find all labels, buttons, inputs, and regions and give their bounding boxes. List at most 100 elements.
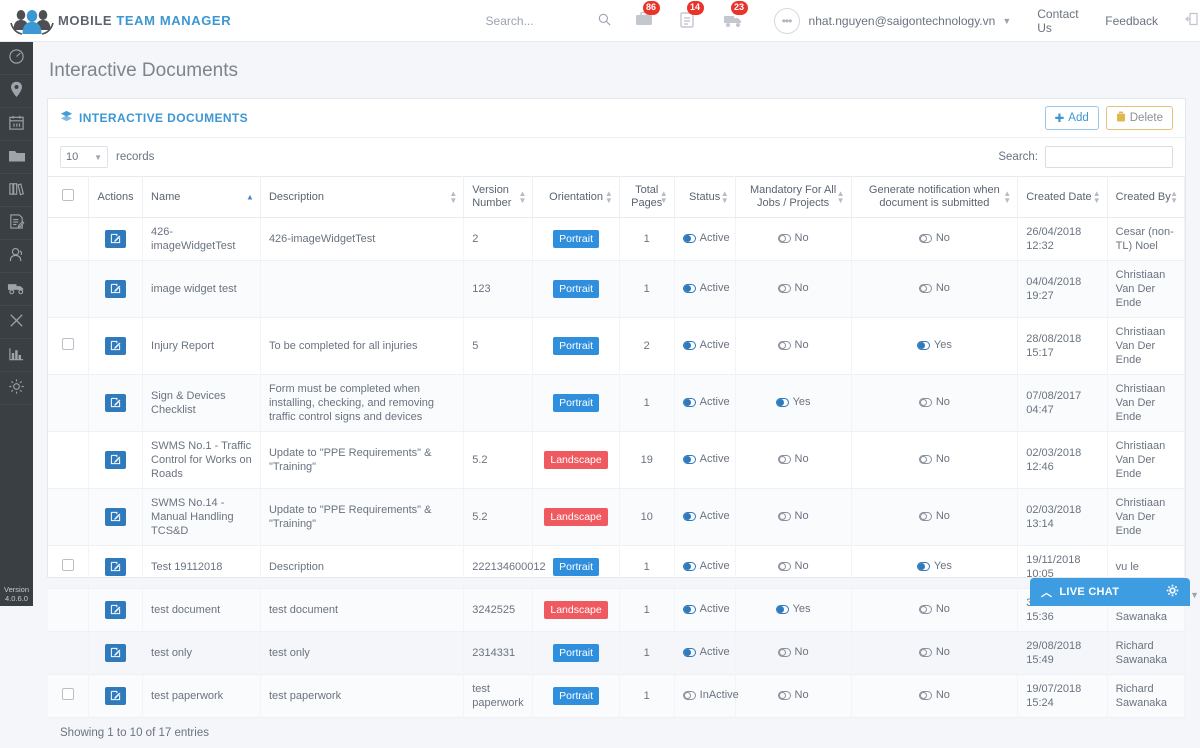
feedback-link[interactable]: Feedback bbox=[1105, 14, 1158, 28]
column-generate-notification[interactable]: Generate notification when document is s… bbox=[851, 177, 1018, 218]
search-icon[interactable] bbox=[598, 13, 611, 29]
edit-icon[interactable] bbox=[105, 687, 126, 705]
row-select-cell[interactable] bbox=[48, 375, 89, 432]
table-row[interactable]: test paperworktest paperworktest paperwo… bbox=[48, 675, 1185, 718]
edit-icon[interactable] bbox=[105, 337, 126, 355]
sidebar-item-calendar[interactable] bbox=[0, 108, 33, 141]
table-row[interactable]: test documenttest document3242525Landsca… bbox=[48, 589, 1185, 632]
row-total-pages-cell: 1 bbox=[619, 218, 674, 261]
row-select-cell[interactable] bbox=[48, 675, 89, 718]
row-version-cell: 5 bbox=[464, 318, 533, 375]
column-created-by[interactable]: Created By ▲▼ bbox=[1107, 177, 1184, 218]
edit-icon[interactable] bbox=[105, 508, 126, 526]
clipboard-icon[interactable]: 14 bbox=[678, 10, 700, 32]
row-actions-cell[interactable] bbox=[89, 375, 143, 432]
column-description[interactable]: Description ▲▼ bbox=[260, 177, 463, 218]
edit-icon[interactable] bbox=[105, 230, 126, 248]
orientation-badge: Portrait bbox=[553, 337, 599, 355]
orientation-badge: Portrait bbox=[553, 394, 599, 412]
row-actions-cell[interactable] bbox=[89, 632, 143, 675]
table-row[interactable]: image widget test123Portrait1ActiveNoNo0… bbox=[48, 261, 1185, 318]
table-row[interactable]: 426-imageWidgetTest426-imageWidgetTest2P… bbox=[48, 218, 1185, 261]
row-actions-cell[interactable] bbox=[89, 318, 143, 375]
delete-button[interactable]: Delete bbox=[1106, 106, 1173, 130]
chevron-up-icon[interactable]: ︿ bbox=[1041, 584, 1052, 600]
chevron-down-icon[interactable]: ▼ bbox=[1002, 16, 1011, 26]
briefcase-icon[interactable]: 86 bbox=[634, 10, 656, 32]
row-select-cell[interactable] bbox=[48, 589, 89, 632]
column-name[interactable]: Name ▲ bbox=[143, 177, 261, 218]
truck-icon[interactable]: 23 bbox=[722, 10, 744, 32]
edit-icon[interactable] bbox=[105, 558, 126, 576]
live-chat-widget[interactable]: ︿ LIVE CHAT bbox=[1030, 578, 1190, 606]
edit-icon[interactable] bbox=[105, 451, 126, 469]
sidebar-item-files[interactable] bbox=[0, 141, 33, 174]
column-total-pages[interactable]: Total Pages ▲▼ bbox=[619, 177, 674, 218]
column-mandatory[interactable]: Mandatory For All Jobs / Projects ▲▼ bbox=[735, 177, 851, 218]
table-row[interactable]: Test 19112018Description222134600012Port… bbox=[48, 546, 1185, 589]
add-button[interactable]: ✚ Add bbox=[1045, 106, 1099, 130]
table-row[interactable]: SWMS No.14 - Manual Handling TCS&DUpdate… bbox=[48, 489, 1185, 546]
search-input[interactable] bbox=[1045, 146, 1173, 168]
row-select-cell[interactable] bbox=[48, 632, 89, 675]
scroll-down-arrow-icon[interactable]: ▼ bbox=[1190, 590, 1199, 600]
column-created-date[interactable]: Created Date ▲▼ bbox=[1018, 177, 1107, 218]
table-row[interactable]: SWMS No.1 - Traffic Control for Works on… bbox=[48, 432, 1185, 489]
row-select-cell[interactable] bbox=[48, 546, 89, 589]
row-actions-cell[interactable] bbox=[89, 489, 143, 546]
sidebar-item-locations[interactable] bbox=[0, 75, 33, 108]
row-actions-cell[interactable] bbox=[89, 218, 143, 261]
row-description-cell: test paperwork bbox=[260, 675, 463, 718]
toggle-icon bbox=[919, 234, 932, 243]
sidebar-item-tools[interactable] bbox=[0, 306, 33, 339]
sidebar-item-fleet[interactable] bbox=[0, 273, 33, 306]
row-actions-cell[interactable] bbox=[89, 261, 143, 318]
row-select-cell[interactable] bbox=[48, 432, 89, 489]
row-checkbox[interactable] bbox=[62, 338, 74, 350]
table-row[interactable]: Injury ReportTo be completed for all inj… bbox=[48, 318, 1185, 375]
table-row[interactable]: Sign & Devices ChecklistForm must be com… bbox=[48, 375, 1185, 432]
row-actions-cell[interactable] bbox=[89, 432, 143, 489]
column-version-number[interactable]: Version Number ▲▼ bbox=[464, 177, 533, 218]
edit-icon[interactable] bbox=[105, 644, 126, 662]
toggle-wrap: No bbox=[778, 645, 809, 659]
row-actions-cell[interactable] bbox=[89, 546, 143, 589]
row-total-pages-cell: 1 bbox=[619, 589, 674, 632]
records-select[interactable]: 10 ▼ bbox=[60, 146, 108, 168]
sidebar-item-documents[interactable] bbox=[0, 207, 33, 240]
row-select-cell[interactable] bbox=[48, 218, 89, 261]
sidebar-item-dashboard[interactable] bbox=[0, 42, 33, 75]
contact-us-link[interactable]: Contact Us bbox=[1037, 7, 1079, 35]
toggle-icon bbox=[776, 605, 789, 614]
sidebar-item-library[interactable] bbox=[0, 174, 33, 207]
row-actions-cell[interactable] bbox=[89, 589, 143, 632]
row-status-cell-label: Active bbox=[700, 645, 730, 659]
row-actions-cell[interactable] bbox=[89, 675, 143, 718]
edit-icon[interactable] bbox=[105, 601, 126, 619]
sidebar-item-reports[interactable] bbox=[0, 339, 33, 372]
column-status[interactable]: Status ▲▼ bbox=[674, 177, 735, 218]
edit-icon[interactable] bbox=[105, 394, 126, 412]
row-checkbox[interactable] bbox=[62, 688, 74, 700]
sidebar-item-settings[interactable] bbox=[0, 372, 33, 405]
header-search[interactable]: Search... bbox=[486, 13, 606, 29]
row-select-cell[interactable] bbox=[48, 489, 89, 546]
row-status-cell-label: Active bbox=[700, 395, 730, 409]
logout-icon[interactable] bbox=[1184, 11, 1200, 30]
row-select-cell[interactable] bbox=[48, 318, 89, 375]
row-total-pages-cell: 1 bbox=[619, 546, 674, 589]
sidebar-item-people[interactable] bbox=[0, 240, 33, 273]
table-row[interactable]: test onlytest only2314331Portrait1Active… bbox=[48, 632, 1185, 675]
row-select-cell[interactable] bbox=[48, 261, 89, 318]
column-select-all[interactable] bbox=[48, 177, 89, 218]
row-checkbox[interactable] bbox=[62, 559, 74, 571]
toggle-wrap: No bbox=[919, 395, 950, 409]
row-mandatory-cell: No bbox=[735, 632, 851, 675]
gear-icon[interactable] bbox=[1166, 584, 1179, 600]
column-orientation[interactable]: Orientation ▲▼ bbox=[533, 177, 619, 218]
edit-icon[interactable] bbox=[105, 280, 126, 298]
app-logo[interactable]: MOBILE TEAM MANAGER bbox=[0, 6, 301, 36]
toggle-icon bbox=[683, 605, 696, 614]
select-all-checkbox[interactable] bbox=[62, 189, 74, 201]
user-menu[interactable]: ••• nhat.nguyen@saigontechnology.vn ▼ bbox=[774, 8, 1012, 34]
